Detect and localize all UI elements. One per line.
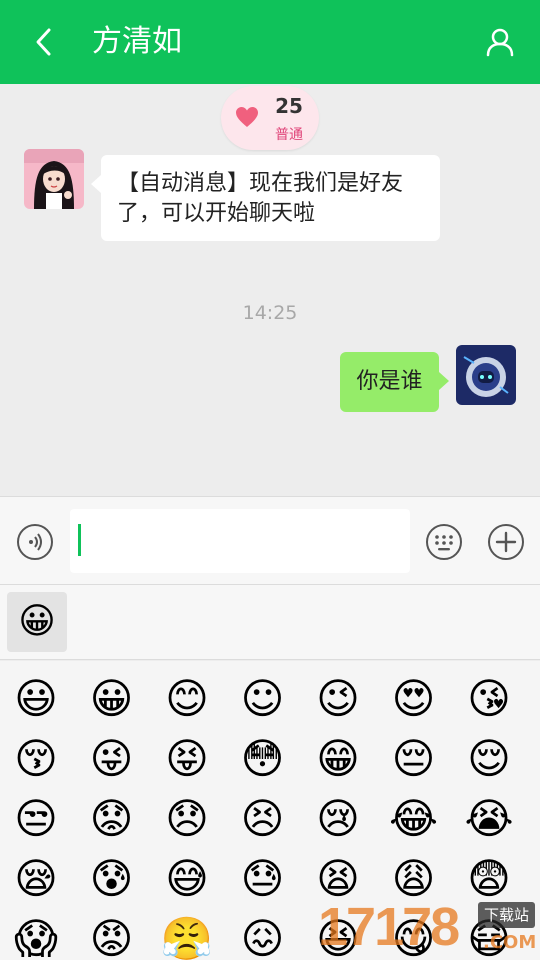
message-input[interactable] [70, 509, 410, 573]
chat-title: 方清如 [92, 24, 182, 59]
emoji-item[interactable]: ☺ [233, 669, 293, 729]
emoji-item[interactable]: 😢 [308, 789, 368, 849]
emoji-item[interactable]: 😖 [233, 909, 293, 960]
text-cursor [78, 524, 81, 556]
friend-avatar[interactable] [24, 149, 84, 209]
emoji-item[interactable]: 😜 [82, 729, 142, 789]
emoji-item[interactable]: 😍 [384, 669, 444, 729]
friend-message-bubble[interactable]: 【自动消息】现在我们是好友了，可以开始聊天啦 [91, 155, 440, 241]
intimacy-badge[interactable]: 25 普通 [221, 86, 319, 150]
emoji-item[interactable]: 😝 [157, 729, 217, 789]
emoji-tab-bar: 😀 [0, 585, 540, 660]
emoji-item[interactable]: 😔 [384, 729, 444, 789]
my-avatar[interactable] [456, 345, 516, 405]
user-profile-button[interactable] [480, 22, 520, 62]
voice-icon [17, 524, 53, 560]
back-button[interactable] [24, 22, 64, 62]
back-chevron-icon [36, 28, 51, 56]
top-bar: 方清如 [0, 0, 540, 84]
emoji-item[interactable]: 😃 [6, 669, 66, 729]
emoji-item[interactable]: 😭 [459, 789, 519, 849]
emoji-item[interactable]: 😌 [459, 729, 519, 789]
emoji-item[interactable]: 😋 [384, 909, 444, 960]
robot-avatar-image [456, 345, 516, 405]
emoji-item[interactable]: 😩 [384, 849, 444, 909]
emoji-tab-default[interactable]: 😀 [7, 592, 67, 652]
emoji-item[interactable]: 😘 [459, 669, 519, 729]
emoji-item[interactable]: 😫 [308, 849, 368, 909]
user-profile-icon [486, 28, 514, 57]
emoji-item[interactable]: 😒 [6, 789, 66, 849]
emoji-item[interactable]: 😓 [233, 849, 293, 909]
emoji-item[interactable]: 😤 [157, 909, 217, 960]
chat-area[interactable]: 25 普通 【自动消息】现在我们是好友了，可以开始聊天啦 14:25 你是谁 [0, 84, 540, 496]
emoji-item[interactable]: 😅 [157, 849, 217, 909]
emoji-item[interactable]: 😉 [308, 669, 368, 729]
emoji-item[interactable]: 😪 [6, 849, 66, 909]
input-bar [0, 496, 540, 585]
emoji-item[interactable]: 😨 [459, 849, 519, 909]
plus-icon [488, 524, 524, 560]
emoji-button[interactable] [425, 523, 463, 561]
emoji-item[interactable]: 😡 [82, 909, 142, 960]
emoji-item[interactable]: 😚 [6, 729, 66, 789]
emoji-item[interactable]: 😆 [308, 909, 368, 960]
emoji-item[interactable]: 😟 [82, 789, 142, 849]
emoji-keyboard-icon [426, 524, 462, 560]
my-message-bubble[interactable]: 你是谁 [340, 352, 449, 412]
girl-avatar-image [24, 149, 84, 209]
message-timestamp: 14:25 [242, 302, 298, 324]
emoji-item[interactable]: 😀 [82, 669, 142, 729]
emoji-item[interactable]: 😷 [459, 909, 519, 960]
emoji-item[interactable]: 😱 [6, 909, 66, 960]
emoji-item[interactable]: 😊 [157, 669, 217, 729]
emoji-item[interactable]: 😂 [384, 789, 444, 849]
emoji-item[interactable]: 😣 [233, 789, 293, 849]
voice-button[interactable] [16, 523, 54, 561]
heart-icon [236, 107, 258, 127]
emoji-item[interactable]: 😁 [308, 729, 368, 789]
more-button[interactable] [487, 523, 525, 561]
intimacy-score: 25 [275, 94, 303, 118]
emoji-item[interactable]: 😳 [233, 729, 293, 789]
emoji-grid: 😃 😀 😊 ☺ 😉 😍 😘 😚 😜 😝 😳 😁 😔 😌 😒 😟 😞 😣 😢 😂 😭 😪 😰 😅 😓 😫 😩 😨 😱 😡 😤 😖 😆 😋 😷 [0, 661, 540, 960]
emoji-item[interactable]: 😞 [157, 789, 217, 849]
intimacy-level: 普通 [275, 127, 303, 143]
emoji-item[interactable]: 😰 [82, 849, 142, 909]
